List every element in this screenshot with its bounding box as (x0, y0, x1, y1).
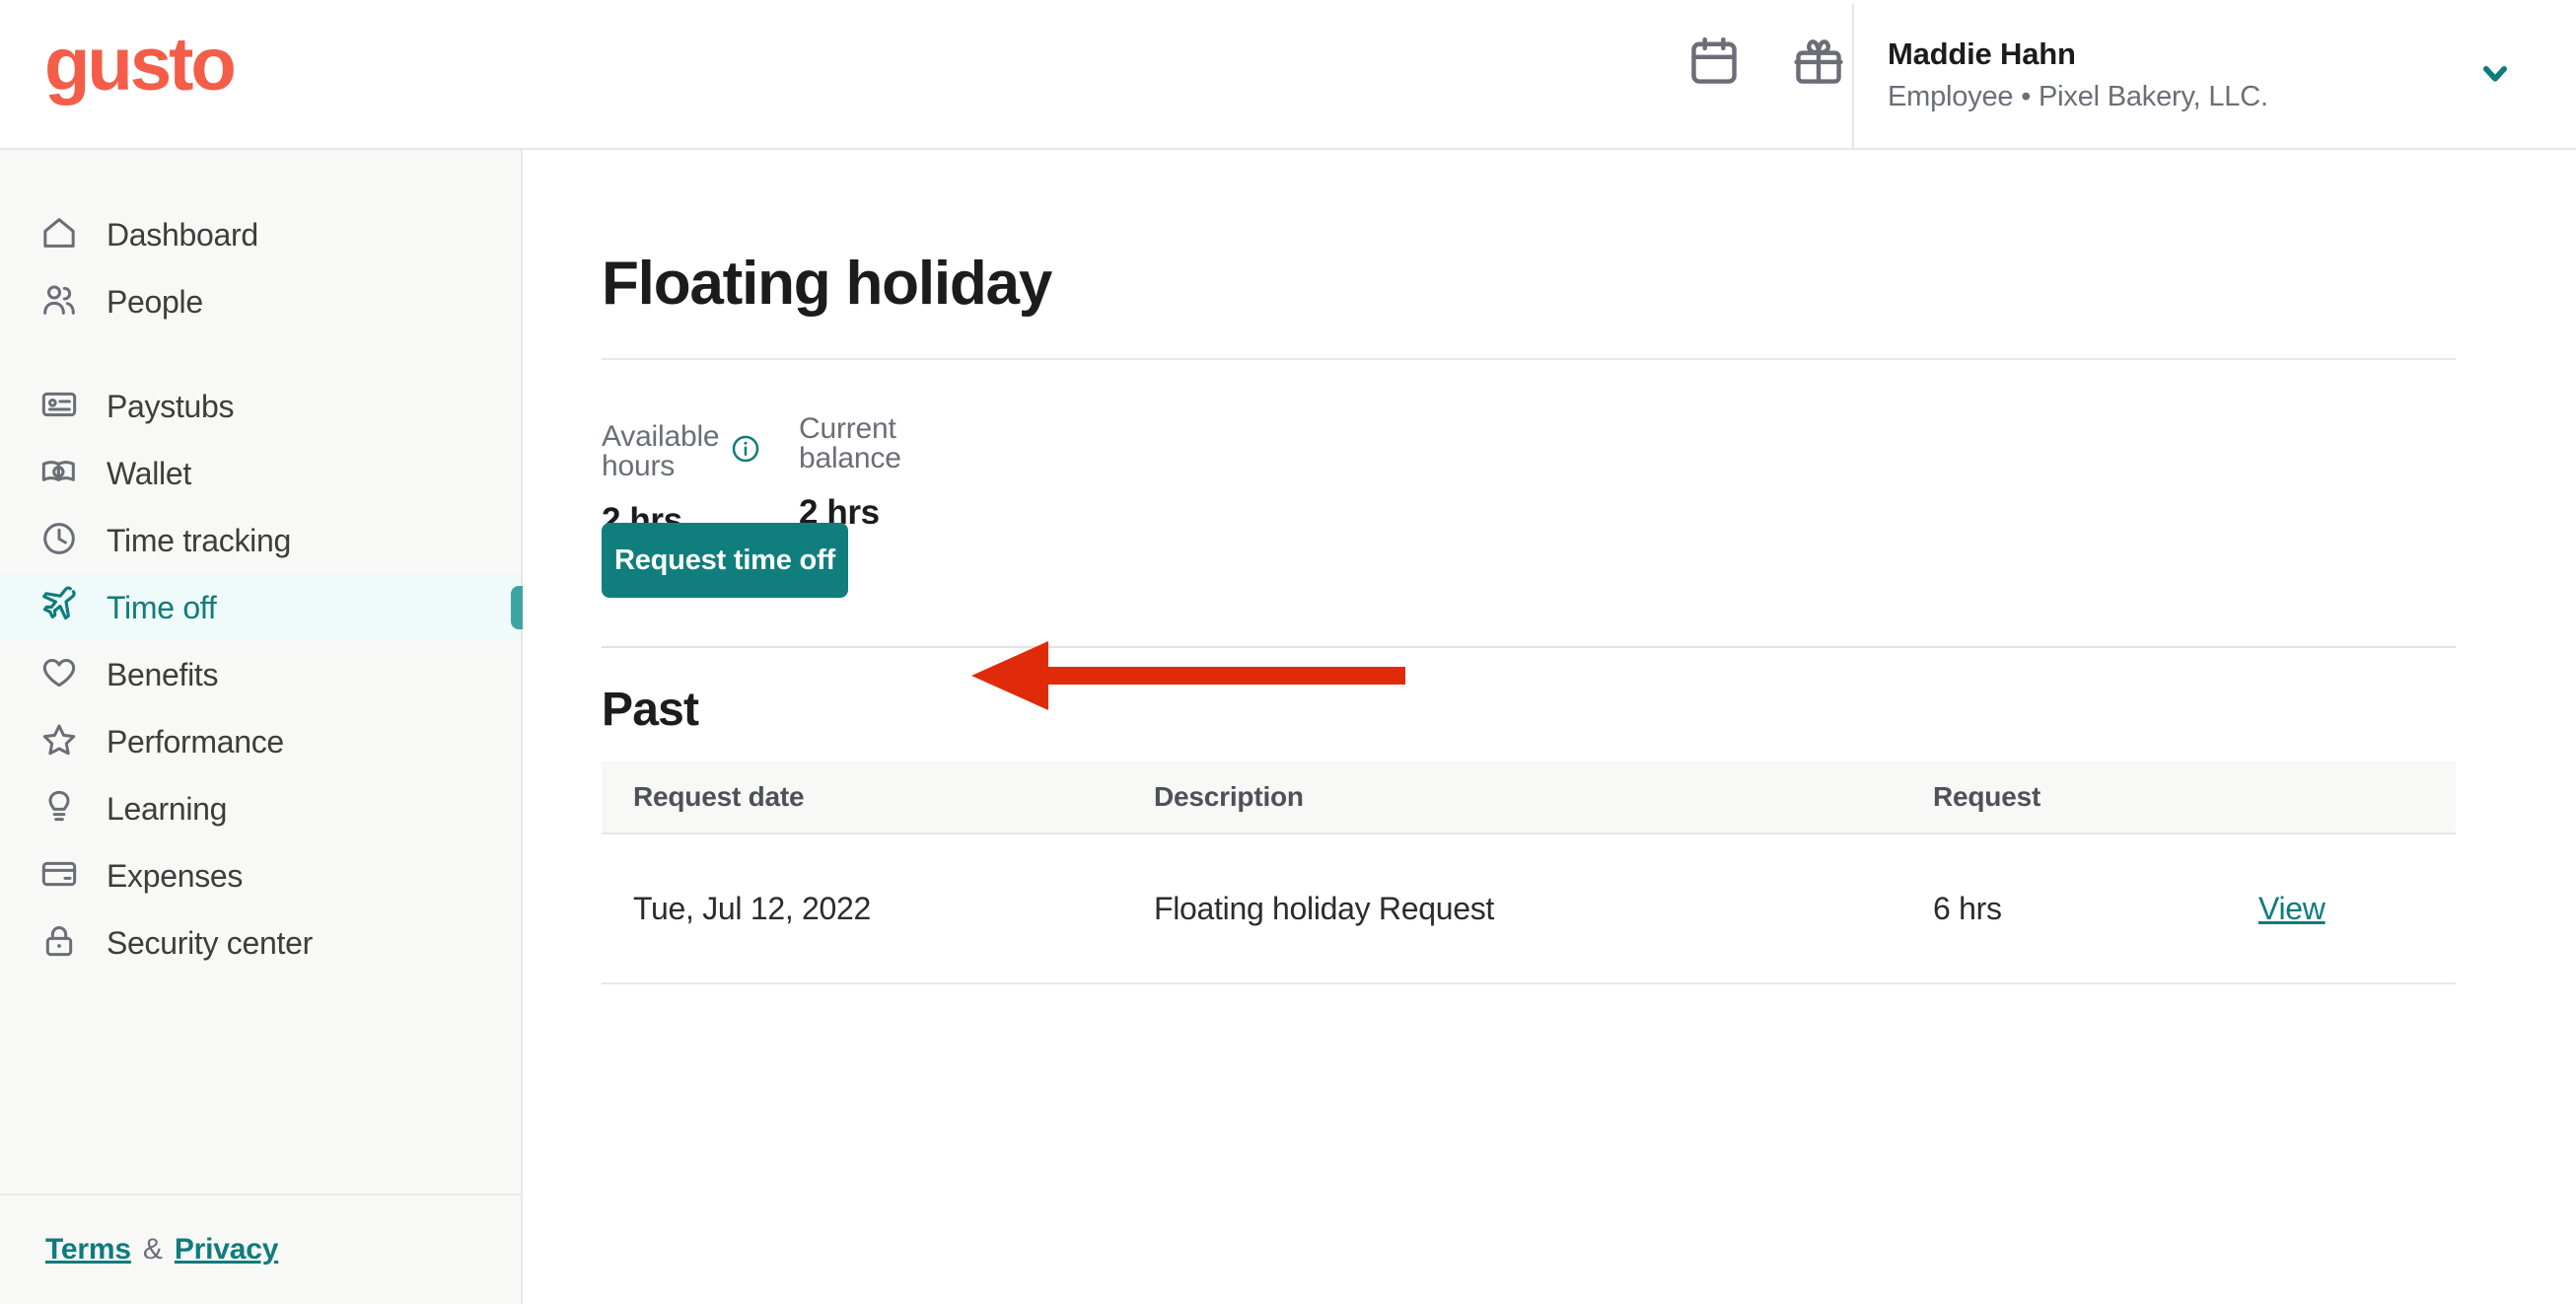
user-text: Maddie Hahn Employee • Pixel Bakery, LLC… (1888, 34, 2475, 116)
sidebar: Dashboard People Paystubs Wallet Time tr… (0, 150, 523, 1304)
header-icon-group (1686, 34, 1846, 89)
stat-label-row: Current balance (799, 414, 901, 473)
sidebar-item-performance[interactable]: Performance (0, 708, 521, 775)
heart-icon (39, 653, 79, 697)
star-icon (39, 720, 79, 764)
info-icon[interactable] (731, 434, 760, 470)
sidebar-item-wallet[interactable]: Wallet (0, 440, 521, 507)
app-root: gusto Maddie Hahn Employee • Pixel Baker… (0, 0, 2576, 1304)
sidebar-item-label: Paystubs (107, 388, 235, 424)
calendar-icon[interactable] (1686, 34, 1742, 89)
footer-ampersand: & (142, 1233, 163, 1266)
sidebar-item-label: Performance (107, 723, 284, 760)
chevron-down-icon[interactable] (2475, 53, 2576, 98)
sidebar-footer: Terms & Privacy (0, 1194, 521, 1304)
column-header-request-date: Request date (633, 781, 805, 812)
sidebar-item-label: Security center (107, 924, 313, 961)
column-header-description: Description (1154, 781, 1304, 812)
sidebar-item-people[interactable]: People (0, 268, 521, 335)
lightbulb-icon (39, 787, 79, 832)
table-header-row: Request date Description Request (602, 761, 2456, 834)
wallet-icon (39, 452, 79, 496)
clock-icon (39, 519, 79, 563)
sidebar-nav: Dashboard People Paystubs Wallet Time tr… (0, 150, 523, 977)
sidebar-item-label: Time off (107, 589, 217, 625)
sidebar-item-security-center[interactable]: Security center (0, 909, 521, 977)
title-divider (602, 358, 2456, 360)
main-content: Floating holiday Available hours 2 hrs C… (525, 150, 2576, 1304)
stat-current-balance: Current balance 2 hrs (799, 414, 901, 531)
stat-label: Current balance (799, 412, 901, 474)
sidebar-item-label: Dashboard (107, 216, 258, 253)
sidebar-item-expenses[interactable]: Expenses (0, 842, 521, 909)
cell-description: Floating holiday Request (1154, 890, 1495, 926)
sidebar-item-label: Expenses (107, 857, 244, 894)
stat-label: Available hours (602, 420, 720, 482)
terms-link[interactable]: Terms (45, 1233, 131, 1267)
sidebar-item-paystubs[interactable]: Paystubs (0, 373, 521, 440)
sidebar-item-learning[interactable]: Learning (0, 775, 521, 842)
sidebar-item-time-off[interactable]: Time off (0, 574, 523, 641)
sidebar-item-benefits[interactable]: Benefits (0, 641, 521, 708)
request-time-off-button[interactable]: Request time off (602, 523, 848, 598)
column-header-request: Request (1933, 781, 2041, 812)
cell-request-hours: 6 hrs (1933, 890, 2002, 926)
cell-request-date: Tue, Jul 12, 2022 (633, 890, 871, 926)
sidebar-item-label: Learning (107, 790, 228, 827)
user-subtitle: Employee • Pixel Bakery, LLC. (1888, 80, 2268, 112)
sidebar-item-label: Benefits (107, 656, 219, 692)
lock-icon (39, 921, 79, 966)
gusto-logo[interactable]: gusto (44, 28, 237, 103)
gift-icon[interactable] (1791, 34, 1846, 89)
table-row: Tue, Jul 12, 2022 Floating holiday Reque… (602, 834, 2456, 984)
section-divider (602, 646, 2456, 648)
credit-card-icon (39, 854, 79, 899)
page-title: Floating holiday (602, 250, 1052, 318)
sidebar-item-time-tracking[interactable]: Time tracking (0, 507, 521, 574)
sidebar-item-dashboard[interactable]: Dashboard (0, 201, 521, 268)
privacy-link[interactable]: Privacy (175, 1233, 279, 1267)
past-requests-table: Request date Description Request Tue, Ju… (602, 761, 2456, 984)
paystub-card-icon (39, 385, 79, 429)
sidebar-item-label: Wallet (107, 455, 191, 491)
airplane-icon (39, 585, 79, 630)
sidebar-item-label: People (107, 283, 203, 320)
stat-label-row: Available hours (602, 422, 760, 481)
stat-available-hours: Available hours 2 hrs (602, 422, 760, 538)
user-name: Maddie Hahn (1888, 36, 2076, 71)
home-icon (39, 213, 79, 257)
user-menu[interactable]: Maddie Hahn Employee • Pixel Bakery, LLC… (1854, 0, 2576, 150)
view-link[interactable]: View (2258, 891, 2326, 926)
sidebar-item-label: Time tracking (107, 522, 291, 558)
section-title-past: Past (602, 684, 699, 736)
cell-action: View (2258, 891, 2456, 927)
top-header: gusto Maddie Hahn Employee • Pixel Baker… (0, 0, 2576, 150)
people-icon (39, 280, 79, 325)
